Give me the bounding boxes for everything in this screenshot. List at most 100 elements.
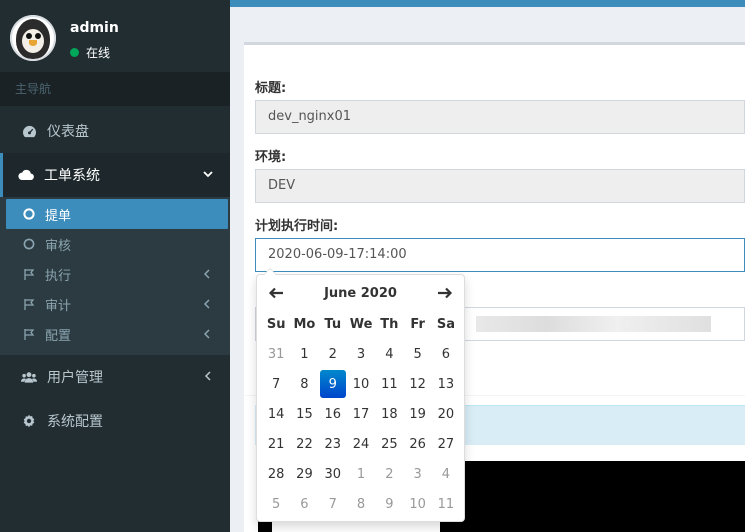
- datepicker-day-other-month[interactable]: 4: [432, 459, 460, 489]
- datepicker-header: June 2020: [262, 279, 459, 307]
- datepicker-day[interactable]: 11: [375, 369, 403, 399]
- console-output: [440, 461, 745, 532]
- datepicker-day-other-month[interactable]: 6: [290, 489, 318, 519]
- datepicker-day[interactable]: 23: [319, 429, 347, 459]
- chevron-down-icon: [203, 171, 213, 178]
- menu-item-label: 用户管理: [47, 370, 103, 386]
- datepicker-day[interactable]: 29: [290, 459, 318, 489]
- datepicker-month-title[interactable]: June 2020: [290, 286, 431, 301]
- datepicker-day-other-month[interactable]: 8: [347, 489, 375, 519]
- circle-outline-icon: [22, 207, 36, 221]
- datepicker-day-other-month[interactable]: 10: [403, 489, 431, 519]
- datepicker-day[interactable]: 1: [290, 339, 318, 369]
- submenu-item-config[interactable]: 配置: [0, 319, 230, 349]
- cloud-icon: [18, 167, 34, 183]
- users-icon: [21, 369, 37, 385]
- info-callout: [440, 405, 745, 445]
- menu-item-dashboard[interactable]: 仪表盘: [0, 109, 230, 153]
- title-input[interactable]: dev_nginx01: [255, 100, 745, 134]
- title-label: 标题:: [255, 81, 287, 96]
- menu-item-user-management[interactable]: 用户管理: [0, 355, 230, 399]
- chevron-left-icon: [203, 329, 210, 339]
- arrow-right-icon: [438, 287, 453, 299]
- datepicker-day[interactable]: 10: [347, 369, 375, 399]
- datepicker-day[interactable]: 22: [290, 429, 318, 459]
- datepicker-grid: Su Mo Tu We Th Fr Sa 31 1 2 3 4 5 6 7 8 9 10 11 12 13 14 15 16 1…: [262, 309, 459, 519]
- submenu-item-label: 配置: [45, 328, 72, 344]
- datepicker-day[interactable]: 5: [403, 339, 431, 369]
- avatar: [10, 15, 56, 61]
- datepicker-day-other-month[interactable]: 5: [262, 489, 290, 519]
- submenu-item-label: 提单: [45, 208, 72, 224]
- datepicker-day[interactable]: 8: [290, 369, 318, 399]
- datepicker-day[interactable]: 14: [262, 399, 290, 429]
- weekday-header: Tu: [324, 316, 342, 332]
- arrow-left-icon: [268, 287, 283, 299]
- submenu-item-execute[interactable]: 执行: [0, 259, 230, 289]
- sidebar: admin 在线 主导航 仪表盘 工单系统 提单 审核 执行 审计 配置 用户管…: [0, 0, 230, 532]
- submenu-tickets: 提单 审核 执行 审计 配置: [0, 197, 230, 355]
- datepicker-day[interactable]: 13: [432, 369, 460, 399]
- scheduled-time-input[interactable]: 2020-06-09-17:14:00: [255, 238, 745, 272]
- chevron-left-icon: [204, 371, 211, 381]
- datepicker-day[interactable]: 25: [375, 429, 403, 459]
- gear-icon: [21, 413, 37, 429]
- flag-icon: [22, 267, 36, 281]
- datepicker-day[interactable]: 4: [375, 339, 403, 369]
- weekday-header: Su: [266, 316, 286, 332]
- datepicker-day[interactable]: 17: [347, 399, 375, 429]
- datepicker-day[interactable]: 6: [432, 339, 460, 369]
- submenu-item-review[interactable]: 审核: [0, 229, 230, 259]
- submenu-item-submit[interactable]: 提单: [6, 199, 228, 229]
- menu-item-system-config[interactable]: 系统配置: [0, 399, 230, 443]
- menu-item-label: 系统配置: [47, 414, 103, 430]
- submenu-item-audit[interactable]: 审计: [0, 289, 230, 319]
- datepicker-day[interactable]: 24: [347, 429, 375, 459]
- datepicker-day-other-month[interactable]: 1: [347, 459, 375, 489]
- user-status: 在线: [70, 44, 110, 61]
- flag-icon: [22, 297, 36, 311]
- user-name: admin: [70, 20, 119, 36]
- datepicker-day-other-month[interactable]: 9: [375, 489, 403, 519]
- datepicker-day[interactable]: 16: [319, 399, 347, 429]
- datepicker-day[interactable]: 19: [403, 399, 431, 429]
- datepicker-day[interactable]: 20: [432, 399, 460, 429]
- environment-label: 环境:: [255, 150, 287, 165]
- prev-month-button[interactable]: [262, 279, 290, 307]
- datepicker-day[interactable]: 7: [262, 369, 290, 399]
- datepicker-day[interactable]: 26: [403, 429, 431, 459]
- datepicker-day-other-month[interactable]: 31: [262, 339, 290, 369]
- datepicker-day[interactable]: 28: [262, 459, 290, 489]
- datepicker-day[interactable]: 21: [262, 429, 290, 459]
- weekday-header: Fr: [410, 316, 425, 332]
- datepicker-day[interactable]: 30: [319, 459, 347, 489]
- datepicker-day-other-month[interactable]: 11: [432, 489, 460, 519]
- nav-header: 主导航: [0, 72, 230, 106]
- chevron-left-icon: [203, 269, 210, 279]
- datepicker-day[interactable]: 2: [319, 339, 347, 369]
- datepicker-dropdown: June 2020 Su Mo Tu We Th Fr Sa 31 1 2 3 4 5 6 7 8 9 10 11 1…: [256, 268, 465, 522]
- datepicker-day-other-month[interactable]: 7: [319, 489, 347, 519]
- datepicker-day[interactable]: 18: [375, 399, 403, 429]
- next-month-button[interactable]: [431, 279, 459, 307]
- datepicker-day[interactable]: 27: [432, 429, 460, 459]
- scheduled-time-label: 计划执行时间:: [255, 219, 339, 234]
- weekday-header: Th: [380, 316, 399, 332]
- weekday-header: Mo: [293, 316, 316, 332]
- dashboard-icon: [21, 123, 37, 139]
- environment-input[interactable]: DEV: [255, 169, 745, 203]
- user-status-text: 在线: [86, 46, 111, 60]
- submenu-item-label: 执行: [45, 268, 72, 284]
- datepicker-day-other-month[interactable]: 2: [375, 459, 403, 489]
- datepicker-day[interactable]: 15: [290, 399, 318, 429]
- weekday-header: Sa: [436, 316, 455, 332]
- datepicker-day-selected[interactable]: 9: [319, 370, 346, 398]
- online-status-icon: [70, 48, 79, 57]
- menu-item-tickets[interactable]: 工单系统: [0, 153, 230, 197]
- datepicker-day[interactable]: 3: [347, 339, 375, 369]
- submenu-item-label: 审核: [45, 238, 72, 254]
- datepicker-day[interactable]: 12: [403, 369, 431, 399]
- menu-item-label: 工单系统: [44, 168, 100, 184]
- redacted-content: [476, 316, 711, 332]
- datepicker-day-other-month[interactable]: 3: [403, 459, 431, 489]
